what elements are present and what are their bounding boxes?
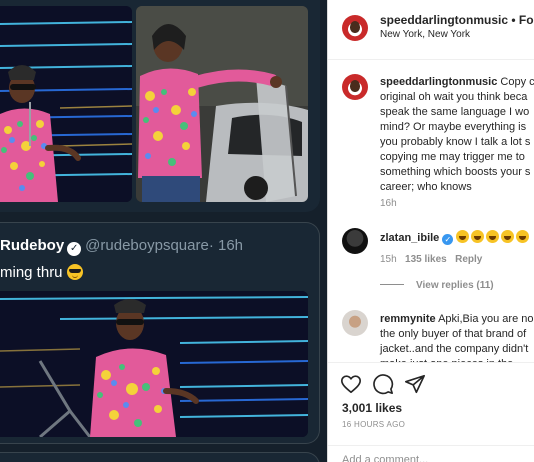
comment-line: remmynite Apki,Bia you are no [380,312,533,327]
laughing-face-icon [516,230,530,243]
follow-button[interactable]: Follow [519,13,534,27]
reply-button[interactable]: Reply [455,254,482,265]
add-comment-input[interactable] [342,454,522,462]
caption-text: speeddarlingtonmusic Copy c original oh … [380,75,534,195]
comment-meta: 15h 135 likes Reply [380,254,482,265]
quoted-tweet-header: Rudeboy ✓ @rudeboypsquare· 16h [0,237,243,256]
commenter-avatar[interactable] [342,228,368,254]
caption-line-text: Copy c [500,76,534,88]
heart-icon[interactable] [340,373,362,395]
caption-line: you probably know I talk a lot s [380,136,531,148]
caption-line: speeddarlingtonmusic Copy c [380,75,534,90]
caption-line: original oh wait you think beca [380,91,528,103]
caption-line: mind? Or maybe everything is [380,121,527,133]
header-separator: • [508,13,519,27]
comment-icon[interactable] [372,373,394,395]
caption-line: career; who knows [380,181,472,193]
stage-performer-wide-image [0,291,308,437]
caption-avatar[interactable] [342,74,368,100]
tweet-card-next [0,452,320,462]
comment-text: zlatan_ibile ✓ [380,230,531,246]
action-bar: 3,001 likes 16 HOURS AGO [328,362,534,462]
sunglasses-emoji-icon [66,264,83,280]
author-avatar[interactable] [342,15,368,41]
caption-username[interactable]: speeddarlingtonmusic [380,76,497,88]
post-timestamp: 16 HOURS AGO [342,420,406,429]
add-comment-bar [328,445,534,462]
laughing-face-icon [501,230,515,243]
tweet-photo-stage-wide[interactable] [0,291,308,437]
comment-time: 15h [380,254,397,265]
view-replies-button[interactable]: View replies (11) [380,280,494,291]
post-location[interactable]: New York, New York [380,29,470,40]
caption-line: something which boosts your s [380,166,531,178]
car-portrait-image [136,6,308,202]
caption-time: 16h [380,198,397,209]
tweet-photo-stage[interactable] [0,6,132,202]
tweet-time: · 16h [208,237,244,254]
laughing-face-icon [471,230,485,243]
commenter-avatar[interactable] [342,310,368,336]
stage-performer-image [0,6,132,202]
comment-likes[interactable]: 135 likes [405,254,447,265]
commenter-username[interactable]: zlatan_ibile [380,232,439,244]
comment-line-text: Apki,Bia you are no [438,313,534,325]
post-media[interactable]: Rudeboy ✓ @rudeboypsquare· 16h ming thru [0,0,327,462]
caption-time-text: 16h [380,198,397,209]
tweet-verified-icon: ✓ [67,242,82,256]
quoted-tweet[interactable]: Rudeboy ✓ @rudeboypsquare· 16h ming thru [0,222,320,444]
share-icon[interactable] [404,373,426,395]
likes-count[interactable]: 3,001 likes [342,401,402,415]
caption-line: speak the same language I wo [380,106,530,118]
laughing-face-icon [456,230,470,243]
commenter-username[interactable]: remmynite [380,313,436,325]
caption-line: copying me may trigger me to [380,151,525,163]
verified-badge-icon: ✓ [442,234,454,245]
tweet-author-handle[interactable]: @rudeboypsquare [85,237,209,254]
tweet-card-top [0,0,320,212]
tweet-photo-car[interactable] [136,6,308,202]
comment-line: jacket..and the company didn't [380,343,529,355]
post-header: speeddarlingtonmusic • Follow New York, … [328,0,534,60]
tweet-author-name[interactable]: Rudeboy [0,237,64,254]
laughing-face-icon [486,230,500,243]
post-sidebar: speeddarlingtonmusic • Follow New York, … [327,0,534,462]
tweet-text-body: ming thru [0,264,63,281]
author-line: speeddarlingtonmusic • Follow [380,13,534,27]
comment-line: the only buyer of that brand of [380,328,527,340]
tweet-text: ming thru [0,264,83,281]
author-username[interactable]: speeddarlingtonmusic [380,13,508,27]
